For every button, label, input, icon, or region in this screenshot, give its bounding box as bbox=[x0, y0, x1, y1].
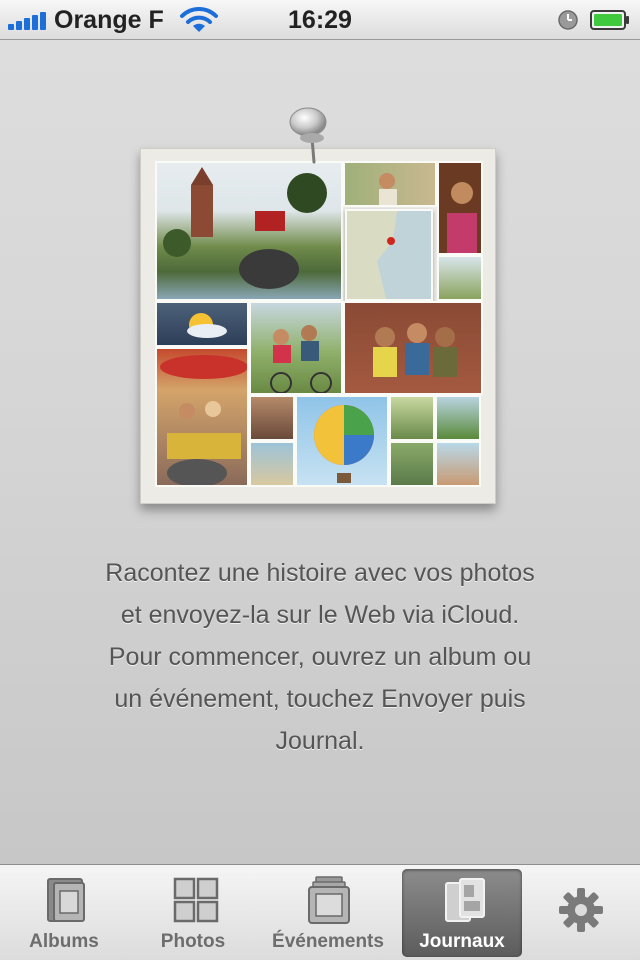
tab-label-albums: Albums bbox=[29, 931, 99, 952]
photo-palm-trees bbox=[435, 395, 481, 441]
status-bar: Orange F 16:29 bbox=[0, 0, 640, 40]
journals-description: Racontez une histoire avec vos photos et… bbox=[105, 559, 535, 755]
tab-label-photos: Photos bbox=[160, 931, 226, 952]
photo-tropical-people bbox=[389, 395, 435, 441]
photo-couple-elephant bbox=[155, 347, 249, 487]
tab-journals[interactable]: Journaux bbox=[402, 869, 522, 957]
photo-beach bbox=[249, 441, 295, 487]
photo-weather-sun bbox=[155, 301, 249, 347]
events-icon bbox=[308, 876, 350, 924]
battery-icon bbox=[590, 10, 629, 30]
photo-friends-selfie bbox=[435, 441, 481, 487]
photo-hot-air-balloon bbox=[295, 395, 389, 487]
photo-man-waving bbox=[343, 161, 437, 207]
tab-label-events: Événements bbox=[272, 931, 384, 952]
photo-collage bbox=[140, 148, 496, 504]
alarm-clock-icon bbox=[558, 10, 578, 30]
tab-photos[interactable]: Photos bbox=[133, 869, 253, 957]
photo-small-group bbox=[249, 395, 295, 441]
photo-temple-elephant bbox=[155, 161, 343, 301]
photo-group-palms bbox=[437, 255, 483, 301]
photo-map bbox=[345, 209, 433, 301]
status-time: 16:29 bbox=[288, 6, 352, 34]
tab-bar: Albums Photos Événements Journaux bbox=[0, 864, 640, 960]
photo-man-boat bbox=[389, 441, 435, 487]
settings-button[interactable] bbox=[522, 869, 640, 957]
pushpin-icon bbox=[289, 107, 327, 164]
tab-events[interactable]: Événements bbox=[266, 869, 390, 957]
albums-icon bbox=[47, 878, 85, 922]
journals-icon bbox=[445, 878, 485, 922]
tab-label-journals: Journaux bbox=[419, 931, 505, 952]
photo-friends-ruins bbox=[343, 301, 483, 395]
gear-icon bbox=[559, 888, 603, 932]
photos-grid-icon bbox=[173, 877, 219, 923]
photo-woman-smiling bbox=[437, 161, 483, 255]
tab-albums[interactable]: Albums bbox=[4, 869, 124, 957]
photo-couple-bike bbox=[249, 301, 343, 395]
